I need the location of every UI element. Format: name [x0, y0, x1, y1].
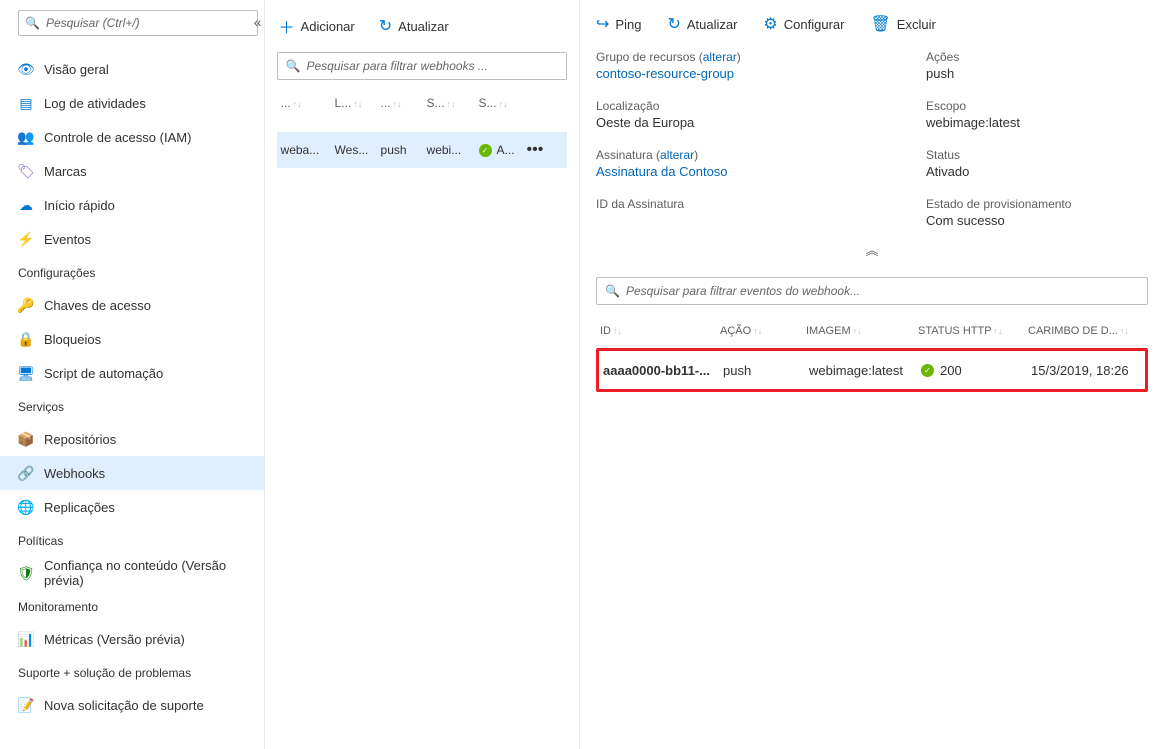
trash-icon: 🗑 [870, 14, 890, 34]
sidebar-item-label: Confiança no conteúdo (Versão prévia) [44, 558, 246, 588]
configure-button[interactable]: ⚙Configurar [763, 14, 844, 34]
sidebar-collapse[interactable]: « [254, 14, 262, 30]
sidebar-item[interactable]: 🖥 Script de automação [0, 356, 264, 390]
row-menu-button[interactable]: ••• [527, 141, 544, 158]
sidebar-item-label: Início rápido [44, 198, 115, 213]
sidebar-item[interactable]: 🏷 Marcas [0, 154, 264, 188]
sidebar-item[interactable]: ⚡ Eventos [0, 222, 264, 256]
sidebar-item[interactable]: 🔑 Chaves de acesso [0, 288, 264, 322]
nav-icon: 🔒 [18, 331, 34, 347]
sidebar-item[interactable]: 👥 Controle de acesso (IAM) [0, 120, 264, 154]
change-rg-link[interactable]: alterar [703, 50, 737, 64]
sidebar: « 🔍 Pesquisar (Ctrl+/) 👁 Visão geral ▤ Log … [0, 0, 265, 749]
sidebar-item-label: Replicações [44, 500, 115, 515]
sidebar-item-label: Métricas (Versão prévia) [44, 632, 185, 647]
status-success-icon: ✓ [479, 144, 492, 157]
nav-icon: 🛡 [18, 565, 34, 581]
sidebar-search[interactable]: 🔍 Pesquisar (Ctrl+/) [18, 10, 258, 36]
nav-icon: ▤ [18, 95, 34, 111]
refresh-button[interactable]: ↻Atualizar [667, 14, 737, 34]
ping-button[interactable]: ↪Ping [596, 14, 641, 34]
nav-icon: 🌐 [18, 499, 34, 515]
nav-icon: 📝 [18, 697, 34, 713]
sidebar-item[interactable]: 📊 Métricas (Versão prévia) [0, 622, 264, 656]
event-filter[interactable]: 🔍 Pesquisar para filtrar eventos do webh… [596, 277, 1148, 305]
sidebar-item[interactable]: 🛡 Confiança no conteúdo (Versão prévia) [0, 556, 264, 590]
sidebar-group-header: Políticas [0, 524, 264, 556]
events-header: ID↑↓ AÇÃO↑↓ IMAGEM↑↓ STATUS HTTP↑↓ CARIM… [596, 315, 1148, 346]
event-row[interactable]: aaaa0000-bb11-... push webimage:latest ✓… [599, 351, 1145, 389]
add-button[interactable]: ＋ Adicionar [279, 14, 355, 38]
nav-icon: 📊 [18, 631, 34, 647]
sidebar-item[interactable]: ▤ Log de atividades [0, 86, 264, 120]
plus-icon: ＋ [279, 14, 295, 38]
resource-group-link[interactable]: contoso-resource-group [596, 66, 886, 81]
sidebar-item[interactable]: 👁 Visão geral [0, 52, 264, 86]
sidebar-item-label: Eventos [44, 232, 91, 247]
sidebar-item-label: Webhooks [44, 466, 105, 481]
webhook-row[interactable]: weba... Wes... push webi... ✓ A... ••• [277, 132, 567, 168]
sidebar-group-header: Suporte + solução de problemas [0, 656, 264, 688]
ping-icon: ↪ [596, 14, 609, 34]
refresh-button[interactable]: ↻ Atualizar [379, 16, 449, 36]
webhook-filter[interactable]: 🔍 Pesquisar para filtrar webhooks ... [277, 52, 567, 80]
refresh-icon: ↻ [379, 16, 392, 36]
event-row-highlight: aaaa0000-bb11-... push webimage:latest ✓… [596, 348, 1148, 392]
sidebar-item-label: Controle de acesso (IAM) [44, 130, 191, 145]
sidebar-item-label: Nova solicitação de suporte [44, 698, 204, 713]
nav-icon: 🖥 [18, 365, 34, 381]
nav-icon: ☁ [18, 197, 34, 213]
sidebar-item-label: Script de automação [44, 366, 163, 381]
detail-panel: ↪Ping ↻Atualizar ⚙Configurar 🗑Excluir Gr… [580, 0, 1164, 749]
sidebar-group-header: Monitoramento [0, 590, 264, 622]
sidebar-item[interactable]: 🔗 Webhooks [0, 456, 264, 490]
search-icon: 🔍 [286, 59, 301, 73]
sidebar-item[interactable]: 🌐 Replicações [0, 490, 264, 524]
sidebar-item[interactable]: ☁ Início rápido [0, 188, 264, 222]
status-success-icon: ✓ [921, 364, 934, 377]
subscription-link[interactable]: Assinatura da Contoso [596, 164, 886, 179]
sidebar-item[interactable]: 📝 Nova solicitação de suporte [0, 688, 264, 722]
sidebar-item-label: Chaves de acesso [44, 298, 151, 313]
sidebar-group-header: Configurações [0, 256, 264, 288]
nav-icon: 🏷 [18, 163, 34, 179]
nav-icon: 📦 [18, 431, 34, 447]
search-icon: 🔍 [25, 16, 40, 30]
nav-icon: ⚡ [18, 231, 34, 247]
webhook-list-header: ...↑↓ L...↑↓ ...↑↓ S...↑↓ S...↑↓ [277, 90, 567, 116]
sidebar-item-label: Repositórios [44, 432, 116, 447]
sidebar-search-placeholder: Pesquisar (Ctrl+/) [46, 16, 140, 30]
sidebar-item-label: Marcas [44, 164, 87, 179]
sidebar-item[interactable]: 🔒 Bloqueios [0, 322, 264, 356]
refresh-icon: ↻ [667, 14, 680, 34]
sidebar-item-label: Log de atividades [44, 96, 146, 111]
sidebar-item-label: Bloqueios [44, 332, 101, 347]
gear-icon: ⚙ [763, 14, 777, 34]
collapse-detail[interactable]: ︽ [596, 228, 1148, 259]
nav-icon: 👥 [18, 129, 34, 145]
sidebar-group-header: Serviços [0, 390, 264, 422]
delete-button[interactable]: 🗑Excluir [870, 14, 935, 34]
sidebar-item[interactable]: 📦 Repositórios [0, 422, 264, 456]
nav-icon: 👁 [18, 61, 34, 77]
search-icon: 🔍 [605, 284, 620, 298]
webhooks-panel: ＋ Adicionar ↻ Atualizar 🔍 Pesquisar para… [265, 0, 580, 749]
nav-icon: 🔗 [18, 465, 34, 481]
sidebar-item-label: Visão geral [44, 62, 109, 77]
change-sub-link[interactable]: alterar [660, 148, 694, 162]
nav-icon: 🔑 [18, 297, 34, 313]
